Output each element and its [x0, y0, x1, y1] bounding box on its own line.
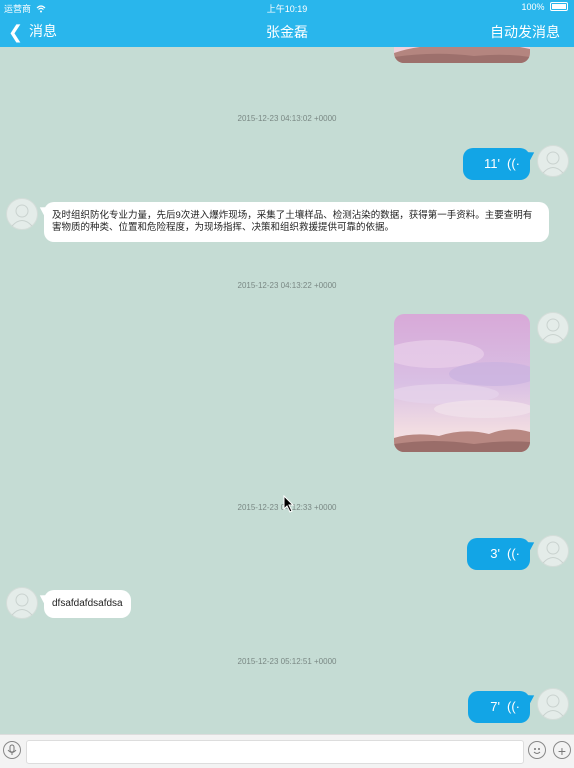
timestamp: 2015-12-23 05:12:51 +0000 — [237, 657, 337, 666]
navigation-bar: ❮ 消息 张金磊 自动发消息 — [0, 14, 574, 47]
microphone-icon[interactable] — [3, 741, 21, 759]
image-thumbnail — [394, 314, 530, 452]
user-icon — [11, 593, 33, 616]
user-icon — [542, 694, 564, 717]
avatar[interactable] — [537, 145, 569, 177]
sound-wave-icon: ((· — [507, 546, 520, 561]
avatar[interactable] — [537, 688, 569, 720]
input-bar: + — [0, 734, 574, 768]
avatar[interactable] — [537, 312, 569, 344]
avatar[interactable] — [537, 535, 569, 567]
message-input[interactable] — [26, 740, 524, 764]
text-message-bubble[interactable]: dfsafdafdsafdsa — [44, 590, 131, 618]
voice-message-bubble[interactable]: 11' ((· — [463, 148, 530, 180]
status-bar: 运营商 上午10:19 100% — [0, 0, 574, 14]
user-icon — [542, 318, 564, 341]
sound-wave-icon: ((· — [507, 699, 520, 714]
timestamp: 2015-12-23 04:13:02 +0000 — [237, 114, 337, 123]
text-message-bubble[interactable]: 及时组织防化专业力量，先后9次进入爆炸现场，采集了土壤样品、检测沾染的数据，获得… — [44, 202, 549, 242]
auto-send-button[interactable]: 自动发消息 — [490, 22, 560, 42]
voice-message-bubble[interactable]: 7' ((· — [468, 691, 530, 723]
sound-wave-icon: ((· — [507, 156, 520, 171]
avatar[interactable] — [6, 587, 38, 619]
page-title: 张金磊 — [266, 24, 308, 40]
user-icon — [542, 541, 564, 564]
mouse-cursor-icon — [283, 495, 295, 513]
voice-duration: 11' — [484, 156, 500, 171]
timestamp: 2015-12-23 04:13:22 +0000 — [237, 281, 337, 290]
user-icon — [11, 204, 33, 227]
voice-duration: 7' — [490, 699, 500, 714]
emoji-icon[interactable] — [528, 741, 546, 759]
image-thumbnail — [394, 47, 530, 63]
user-icon — [542, 151, 564, 174]
image-message[interactable] — [394, 314, 530, 452]
voice-message-bubble[interactable]: 3' ((· — [467, 538, 530, 570]
plus-icon[interactable]: + — [553, 741, 571, 759]
battery-icon — [550, 2, 568, 11]
image-message-partial[interactable] — [394, 47, 530, 63]
battery-percent: 100% — [521, 2, 545, 12]
avatar[interactable] — [6, 198, 38, 230]
voice-duration: 3' — [490, 546, 500, 561]
chat-area[interactable]: 2015-12-23 04:13:02 +0000 11' ((· 及时组织防化… — [0, 47, 574, 734]
